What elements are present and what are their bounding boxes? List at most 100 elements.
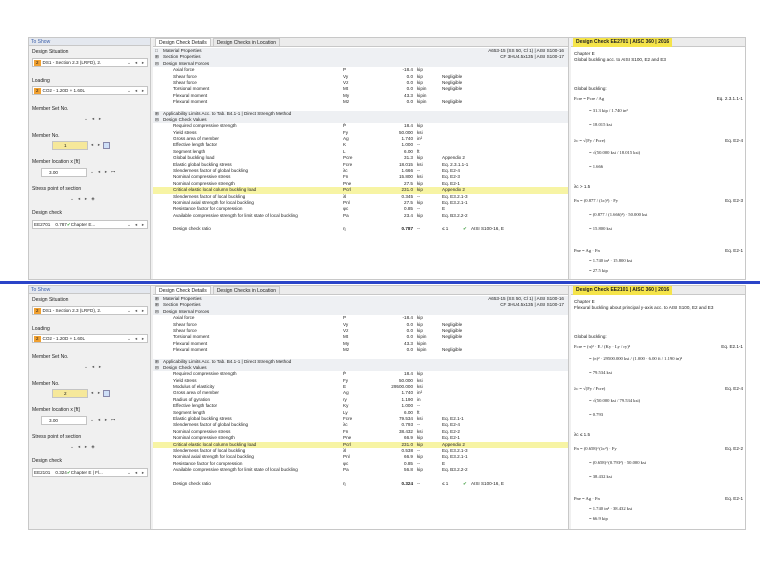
chevron-down-icon[interactable]: ⌄ xyxy=(83,364,89,370)
chevron-down-icon[interactable]: ⌄ xyxy=(89,417,95,423)
arrow-right-icon[interactable]: ▸ xyxy=(140,470,146,476)
badge: 2 xyxy=(34,87,41,94)
member-no-select[interactable]: 2 xyxy=(52,389,88,398)
formula-fn: Fn = (0.658)^(λc²) · Fy xyxy=(574,446,617,451)
row-unit: -- xyxy=(417,480,421,486)
arrow-right-icon[interactable]: ▸ xyxy=(140,308,146,314)
chevron-down-icon[interactable]: ⌄ xyxy=(126,60,132,66)
details-table: ⊞ Material Properties A653-15 (SS 50, Cl 1… xyxy=(153,295,568,487)
chapter-title: Chapter E xyxy=(574,51,595,56)
arrow-right-icon[interactable]: ▸ xyxy=(97,364,103,370)
arrow-right-icon[interactable]: ▸ xyxy=(140,88,146,94)
arrow-right-icon[interactable]: ▸ xyxy=(140,60,146,66)
arrow-right-icon[interactable]: ▸ xyxy=(103,417,109,423)
row-unit: -- xyxy=(417,226,421,232)
chevron-down-icon[interactable]: ⌄ xyxy=(126,222,132,228)
member-location-select[interactable]: 3.00 xyxy=(41,416,87,425)
formula-tab-label: Design Check EE2101 | AISC 360 | 2016 xyxy=(573,286,673,295)
ruler-icon[interactable]: ⊶ xyxy=(110,169,116,175)
tab-design-check-details[interactable]: Design Check Details xyxy=(155,38,211,46)
chevron-down-icon[interactable]: ⌄ xyxy=(83,116,89,122)
row-label: Design check ratio xyxy=(173,480,211,486)
table-row: Design check ratio η 0.787 -- ≤ 1 ✔ AISI S100-… xyxy=(153,226,568,232)
chevron-down-icon[interactable]: ⌄ xyxy=(126,308,132,314)
equation-reference: Eq. E2-1 xyxy=(725,496,743,501)
table-row xyxy=(153,219,568,224)
arrow-left-icon[interactable]: ◂ xyxy=(89,390,95,396)
formula-lambda: λc = √(Fy / Fcre) xyxy=(574,138,606,143)
chevron-down-icon[interactable]: ⌄ xyxy=(126,336,132,342)
arrow-left-icon[interactable]: ◂ xyxy=(90,364,96,370)
chevron-down-icon[interactable]: ⌄ xyxy=(126,470,132,476)
to-show-tab[interactable]: To Show xyxy=(29,286,150,294)
row-value: 0.324 xyxy=(401,480,414,486)
design-check-select[interactable]: EE2101 0.324 ✔ Chapter E | Fl... ⌄ ◂ ▸ xyxy=(32,468,148,477)
nav-arrows: ⌄ ◂ ▸ xyxy=(126,60,146,66)
design-check-details-panel: Design Check Details Design Checks in Loc… xyxy=(153,286,569,529)
formula-fn-result: = 15.800 ksi xyxy=(589,226,612,231)
loading-label: Loading xyxy=(32,78,50,84)
pick-icon[interactable]: ◈ xyxy=(90,196,96,202)
chevron-down-icon[interactable]: ⌄ xyxy=(126,88,132,94)
chevron-down-icon[interactable]: ⌄ xyxy=(69,444,75,450)
arrow-right-icon[interactable]: ▸ xyxy=(83,444,89,450)
to-show-panel: To Show Design Situation Loading Member Set… xyxy=(29,38,151,279)
arrow-right-icon[interactable]: ▸ xyxy=(140,222,146,228)
tab-design-checks-in-location[interactable]: Design Checks in Location xyxy=(212,286,281,294)
arrow-left-icon[interactable]: ◂ xyxy=(90,116,96,122)
equation-reference: Eq. E2-2 xyxy=(725,446,743,451)
member-location-select[interactable]: 3.00 xyxy=(41,168,87,177)
arrow-left-icon[interactable]: ◂ xyxy=(96,417,102,423)
design-check-label: Design check xyxy=(32,210,63,216)
design-situation-select-value: DS1 - Section 2.3 (LRFD), 2. xyxy=(42,308,102,313)
table-row xyxy=(153,474,568,479)
row-code-ref: AISI S100-16, E xyxy=(471,480,504,486)
arrow-right-icon[interactable]: ▸ xyxy=(103,169,109,175)
ruler-icon[interactable]: ⊶ xyxy=(110,417,116,423)
design-situation-select[interactable]: 2 DS1 - Section 2.3 (LRFD), 2. ⌄ ◂ ▸ xyxy=(32,58,148,67)
formula-tab[interactable]: Design Check EE2101 | AISC 360 | 2016 xyxy=(571,286,745,295)
equation-reference: Eq. E2-1 xyxy=(725,248,743,253)
chevron-down-icon[interactable]: ⌄ xyxy=(69,196,75,202)
arrow-left-icon[interactable]: ◂ xyxy=(133,222,139,228)
arrow-left-icon[interactable]: ◂ xyxy=(133,88,139,94)
to-show-tab[interactable]: To Show xyxy=(29,38,150,46)
formula-lambda-values: = √(50.000 ksi / 18.015 ksi) xyxy=(589,150,641,155)
chapter-title: Chapter E xyxy=(574,299,595,304)
arrow-left-icon[interactable]: ◂ xyxy=(89,142,95,148)
formula-tab[interactable]: Design Check EE2701 | AISC 360 | 2016 xyxy=(571,38,745,47)
arrow-left-icon[interactable]: ◂ xyxy=(133,308,139,314)
select-member-icon[interactable] xyxy=(103,142,110,149)
formula-fn: Fn = (0.877 / (λc)²) · Fy xyxy=(574,198,619,203)
arrow-left-icon[interactable]: ◂ xyxy=(133,60,139,66)
formula-pne: Pne = Ag · Fn xyxy=(574,248,600,253)
design-situation-select[interactable]: 2 DS1 - Section 2.3 (LRFD), 2. ⌄ ◂ ▸ xyxy=(32,306,148,315)
arrow-right-icon[interactable]: ▸ xyxy=(96,390,102,396)
arrow-left-icon[interactable]: ◂ xyxy=(76,196,82,202)
chevron-down-icon[interactable]: ⌄ xyxy=(89,169,95,175)
member-no-select[interactable]: 1 xyxy=(52,141,88,150)
arrow-left-icon[interactable]: ◂ xyxy=(96,169,102,175)
row-value: 0.787 xyxy=(401,226,414,232)
arrow-right-icon[interactable]: ▸ xyxy=(140,336,146,342)
member-set-label: Member Set No. xyxy=(32,106,69,112)
loading-select[interactable]: 2 CO2 - 1.20D + 1.60L ⌄ ◂ ▸ xyxy=(32,86,148,95)
select-member-icon[interactable] xyxy=(103,390,110,397)
arrow-left-icon[interactable]: ◂ xyxy=(133,470,139,476)
formula-fcre-values: = (π)² · 29500.000 ksi / (1.000 · 6.00 f… xyxy=(589,356,683,361)
tab-design-checks-in-location[interactable]: Design Checks in Location xyxy=(212,38,281,46)
chapter-subtitle: Flexural buckling about principal y-axis… xyxy=(574,305,714,310)
formula-pne-values: = 1.740 in² · 15.800 ksi xyxy=(589,258,633,263)
loading-select[interactable]: 2 CO2 - 1.20D + 1.60L ⌄ ◂ ▸ xyxy=(32,334,148,343)
pick-icon[interactable]: ◈ xyxy=(90,444,96,450)
arrow-right-icon[interactable]: ▸ xyxy=(96,142,102,148)
arrow-left-icon[interactable]: ◂ xyxy=(133,336,139,342)
tab-design-check-details[interactable]: Design Check Details xyxy=(155,286,211,294)
condition-text: λc > 1.5 xyxy=(574,184,591,189)
blue-divider-line xyxy=(0,281,760,284)
design-check-select[interactable]: EE2701 0.787 ✔ Chapter E... ⌄ ◂ ▸ xyxy=(32,220,148,229)
arrow-left-icon[interactable]: ◂ xyxy=(76,444,82,450)
member-no-nav: ◂ ▸ xyxy=(89,142,110,149)
arrow-right-icon[interactable]: ▸ xyxy=(97,116,103,122)
arrow-right-icon[interactable]: ▸ xyxy=(83,196,89,202)
